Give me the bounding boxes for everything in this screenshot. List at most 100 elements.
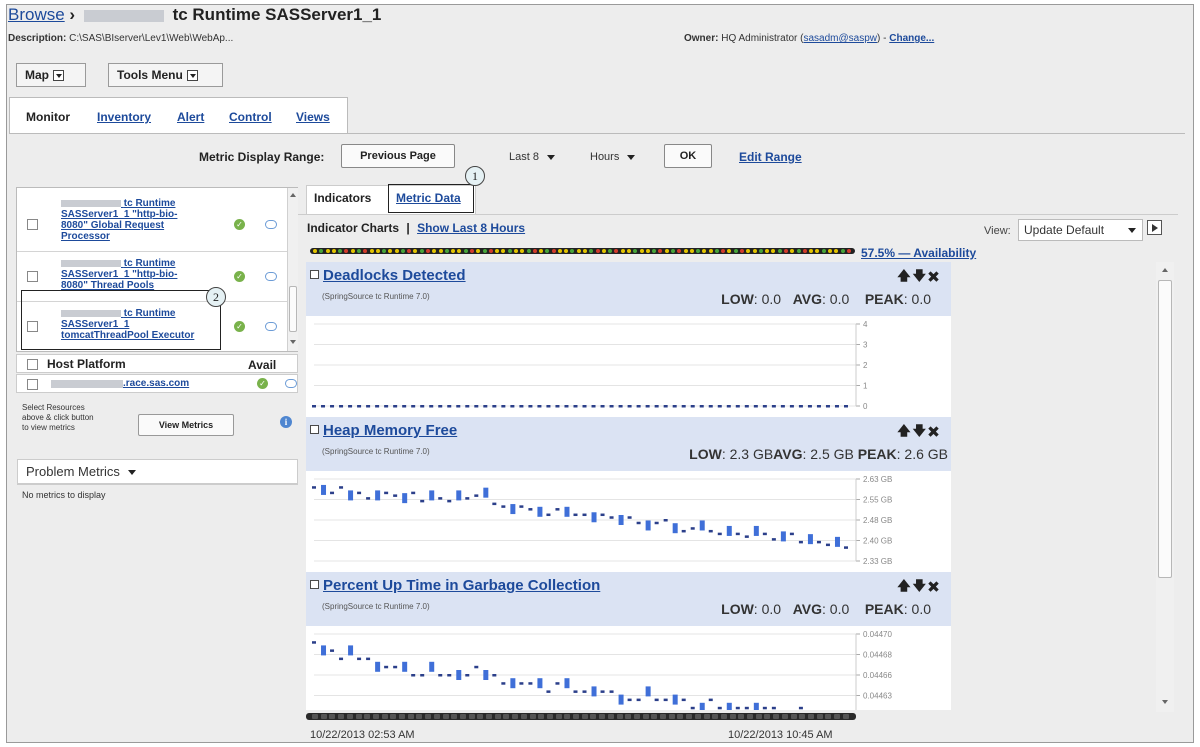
data-point[interactable] [591,512,597,523]
move-down-icon[interactable]: 🡇 [913,578,928,593]
data-point[interactable] [798,706,803,710]
resource-checkbox[interactable] [27,271,38,282]
move-up-icon[interactable]: 🡅 [897,268,912,283]
data-point[interactable] [654,405,659,408]
data-point[interactable] [771,706,776,710]
data-point[interactable] [411,674,416,677]
data-point[interactable] [447,674,452,677]
data-point[interactable] [789,405,794,408]
data-point[interactable] [375,490,381,501]
data-point[interactable] [645,686,651,697]
data-point[interactable] [600,513,605,517]
data-point[interactable] [798,405,803,408]
data-point[interactable] [762,532,767,536]
data-point[interactable] [573,405,578,408]
data-point[interactable] [816,540,821,544]
data-point[interactable] [312,405,316,408]
data-point[interactable] [645,520,651,531]
problem-metrics-select[interactable]: Problem Metrics [17,459,298,484]
data-point[interactable] [537,678,543,689]
data-point[interactable] [690,527,695,530]
data-point[interactable] [708,698,713,702]
data-point[interactable] [393,494,398,497]
data-point[interactable] [384,405,389,408]
data-point[interactable] [465,405,470,408]
data-point[interactable] [456,405,461,408]
resource-checkbox[interactable] [27,219,38,230]
data-point[interactable] [321,484,327,495]
data-point[interactable] [609,405,614,408]
data-point[interactable] [456,670,462,680]
data-point[interactable] [771,538,776,541]
data-point[interactable] [735,405,740,408]
expand-icon[interactable] [310,579,319,589]
scroll-up-icon[interactable] [290,193,296,197]
close-icon[interactable]: ✖ [928,578,941,593]
tab-monitor[interactable]: Monitor [26,110,70,124]
data-point[interactable] [573,690,578,693]
data-point[interactable] [681,698,686,702]
show-last-link[interactable]: Show Last 8 Hours [417,221,525,235]
availability-link[interactable]: 57.5% — Availability [861,246,976,260]
change-owner-link[interactable]: Change... [889,33,934,44]
data-point[interactable] [510,678,516,689]
host-select-all-checkbox[interactable] [27,359,38,370]
data-point[interactable] [699,702,705,710]
data-point[interactable] [726,702,732,710]
data-point[interactable] [600,690,605,693]
data-point[interactable] [330,491,335,495]
data-point[interactable] [726,405,731,408]
data-point[interactable] [429,490,435,501]
host-row[interactable]: .race.sas.com ✓ [16,374,298,393]
data-point[interactable] [492,405,497,408]
data-point[interactable] [438,497,443,500]
data-point[interactable] [699,520,705,531]
data-point[interactable] [339,405,344,408]
data-point[interactable] [663,698,668,702]
data-point[interactable] [735,706,740,710]
host-link[interactable]: .race.sas.com [123,378,189,389]
data-point[interactable] [564,405,569,408]
resource-link[interactable]: tc Runtime SASServer1_1 "http-bio- 8080"… [61,258,177,291]
close-icon[interactable]: ✖ [928,268,941,283]
last-count-select[interactable]: Last 8 [509,151,555,169]
data-point[interactable] [663,405,668,408]
data-point[interactable] [573,513,578,517]
data-point[interactable] [420,674,425,677]
data-point[interactable] [366,657,371,661]
data-point[interactable] [546,513,551,517]
data-point[interactable] [321,405,326,408]
data-point[interactable] [582,513,587,517]
data-point[interactable] [474,665,479,669]
breadcrumb-browse[interactable]: Browse [8,5,65,24]
data-point[interactable] [537,405,542,408]
expand-icon[interactable] [310,269,319,279]
comment-icon[interactable] [265,322,277,331]
data-point[interactable] [357,657,362,661]
data-point[interactable] [744,706,749,710]
data-point[interactable] [672,523,678,534]
data-point[interactable] [519,505,524,508]
data-point[interactable] [789,532,794,536]
data-point[interactable] [474,494,479,497]
data-point[interactable] [447,499,452,503]
data-point[interactable] [636,405,641,408]
charts-scrollbar[interactable] [1156,262,1174,712]
move-down-icon[interactable]: 🡇 [913,268,928,283]
tab-inventory[interactable]: Inventory [97,110,151,124]
data-point[interactable] [528,405,533,408]
data-point[interactable] [564,506,570,517]
move-up-icon[interactable]: 🡅 [897,578,912,593]
data-point[interactable] [546,690,551,693]
data-point[interactable] [555,405,560,408]
data-point[interactable] [510,405,515,408]
data-point[interactable] [411,491,416,495]
data-point[interactable] [519,405,524,408]
tab-indicators[interactable]: Indicators [314,191,371,205]
edit-range-link[interactable]: Edit Range [739,150,802,174]
view-metrics-button[interactable]: View Metrics [138,414,234,436]
data-point[interactable] [456,490,462,501]
data-point[interactable] [582,405,587,408]
data-point[interactable] [699,405,704,408]
move-down-icon[interactable]: 🡇 [913,423,928,438]
